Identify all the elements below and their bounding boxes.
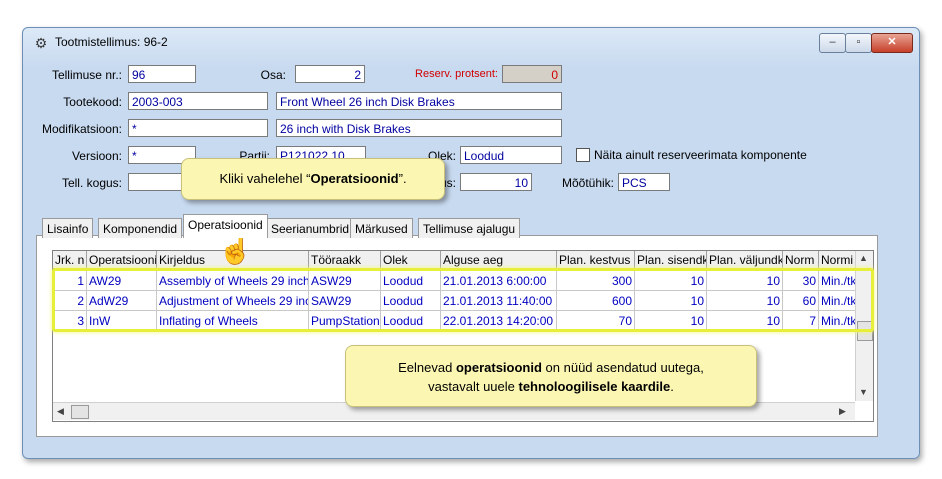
table-cell: 21.01.2013 6:00:00: [441, 271, 557, 291]
modification-label: Modifikatsioon:: [41, 122, 122, 136]
column-header[interactable]: Norm: [783, 251, 819, 269]
part-label: Osa:: [260, 68, 286, 82]
table-cell: 60: [783, 291, 819, 311]
table-cell: 7: [783, 311, 819, 331]
table-cell: 2: [53, 291, 87, 311]
tab-operatsioonid[interactable]: Operatsioonid: [183, 214, 268, 238]
column-header[interactable]: Plan. sisendk: [635, 251, 707, 269]
scroll-right-icon[interactable]: ▶: [839, 406, 846, 417]
table-cell: PumpStation: [309, 311, 381, 331]
table-cell: Adjustment of Wheels 29 inc: [157, 291, 309, 311]
tab-markused[interactable]: Märkused: [350, 218, 413, 238]
modification-field[interactable]: *: [128, 119, 268, 137]
reserv-percent-label: Reserv. protsent:: [415, 68, 498, 80]
result-text-2: on nüüd asendatud uutega,: [541, 360, 704, 375]
product-code-field[interactable]: 2003-003: [128, 92, 268, 110]
table-cell: Loodud: [381, 311, 441, 331]
column-header[interactable]: Operatsiooni: [87, 251, 157, 269]
column-header[interactable]: Plan. väljundk: [707, 251, 783, 269]
order-qty-label: Tell. kogus:: [61, 176, 122, 190]
table-cell: SAW29: [309, 291, 381, 311]
table-cell: InW: [87, 311, 157, 331]
status-field: Loodud: [460, 146, 562, 164]
table-cell: AW29: [87, 271, 157, 291]
hand-pointer-icon: ☝: [218, 234, 253, 265]
part-field[interactable]: 2: [295, 65, 365, 83]
tab-seerianumbrid[interactable]: Seerianumbrid: [266, 218, 355, 238]
column-header[interactable]: Jrk. n: [53, 251, 87, 269]
table-cell: ASW29: [309, 271, 381, 291]
unit-field[interactable]: PCS: [618, 173, 670, 191]
scroll-thumb-h[interactable]: [71, 405, 89, 419]
table-cell: Assembly of Wheels 29 inch: [157, 271, 309, 291]
column-header[interactable]: Olek: [381, 251, 441, 269]
order-nr-label: Tellimuse nr.:: [51, 68, 122, 82]
result-callout: Eelnevad operatsioonid on nüüd asendatud…: [345, 345, 757, 407]
scroll-left-icon[interactable]: ◀: [57, 406, 64, 417]
table-cell: 1: [53, 271, 87, 291]
result-text-1: Eelnevad: [398, 360, 456, 375]
result-bold-1: operatsioonid: [455, 360, 542, 375]
column-header[interactable]: Plan. kestvus: [557, 251, 635, 269]
table-cell: 300: [557, 271, 635, 291]
table-cell: 10: [707, 271, 783, 291]
reserv-percent-field: 0: [502, 65, 562, 83]
table-cell: Inflating of Wheels: [157, 311, 309, 331]
column-header[interactable]: Alguse aeg: [441, 251, 557, 269]
tab-hint-bold: Operatsioonid: [310, 171, 399, 186]
table-cell: AdW29: [87, 291, 157, 311]
tab-lisainfo[interactable]: Lisainfo: [42, 218, 94, 238]
table-cell: 21.01.2013 11:40:00: [441, 291, 557, 311]
table-cell: 600: [557, 291, 635, 311]
result-text-4: .: [670, 379, 674, 394]
vertical-scrollbar[interactable]: ▲ ▼: [855, 251, 873, 401]
tab-hint-suffix: ”.: [398, 171, 407, 186]
order-nr-field[interactable]: 96: [128, 65, 196, 83]
product-name-field: Front Wheel 26 inch Disk Brakes: [276, 92, 562, 110]
column-header[interactable]: Tööraakk: [309, 251, 381, 269]
tab-komponendid[interactable]: Komponendid: [98, 218, 183, 238]
table-cell: 10: [635, 271, 707, 291]
table-cell: Loodud: [381, 271, 441, 291]
show-unreserved-label: Näita ainult reserveerimata komponente: [594, 148, 807, 162]
table-cell: 10: [707, 291, 783, 311]
tab-hint-prefix: Kliki vahelehel “: [219, 171, 311, 186]
table-row[interactable]: 1 AW29 Assembly of Wheels 29 inch ASW29 …: [53, 271, 871, 291]
table-cell: 70: [557, 311, 635, 331]
scroll-down-icon[interactable]: ▼: [859, 387, 868, 397]
table-cell: 30: [783, 271, 819, 291]
table-cell: 10: [635, 311, 707, 331]
tab-hint-callout: Kliki vahelehel “Operatsioonid”.: [181, 158, 445, 200]
result-text-3: vastavalt uuele: [428, 379, 519, 394]
scroll-up-icon[interactable]: ▲: [859, 253, 868, 263]
table-cell: 10: [707, 311, 783, 331]
result-bold-2: tehnoloogilisele kaardile: [518, 379, 671, 394]
client-area: Tellimuse nr.: 96 Osa: 2 Reserv. protsen…: [0, 0, 942, 479]
table-cell: 3: [53, 311, 87, 331]
qty-field[interactable]: 10: [460, 173, 532, 191]
unit-label: Mõõtühik:: [561, 176, 614, 190]
scroll-thumb[interactable]: [857, 321, 873, 341]
table-cell: 22.01.2013 14:20:00: [441, 311, 557, 331]
tab-tellimuse-ajalugu[interactable]: Tellimuse ajalugu: [418, 218, 521, 238]
product-code-label: Tootekood:: [63, 95, 122, 109]
show-unreserved-checkbox[interactable]: [576, 148, 590, 162]
table-row[interactable]: 2 AdW29 Adjustment of Wheels 29 inc SAW2…: [53, 291, 871, 311]
version-label: Versioon:: [71, 149, 122, 163]
table-cell: 10: [635, 291, 707, 311]
table-cell: Loodud: [381, 291, 441, 311]
modification-desc-field: 26 inch with Disk Brakes: [276, 119, 562, 137]
table-row[interactable]: 3 InW Inflating of Wheels PumpStation Lo…: [53, 311, 871, 331]
